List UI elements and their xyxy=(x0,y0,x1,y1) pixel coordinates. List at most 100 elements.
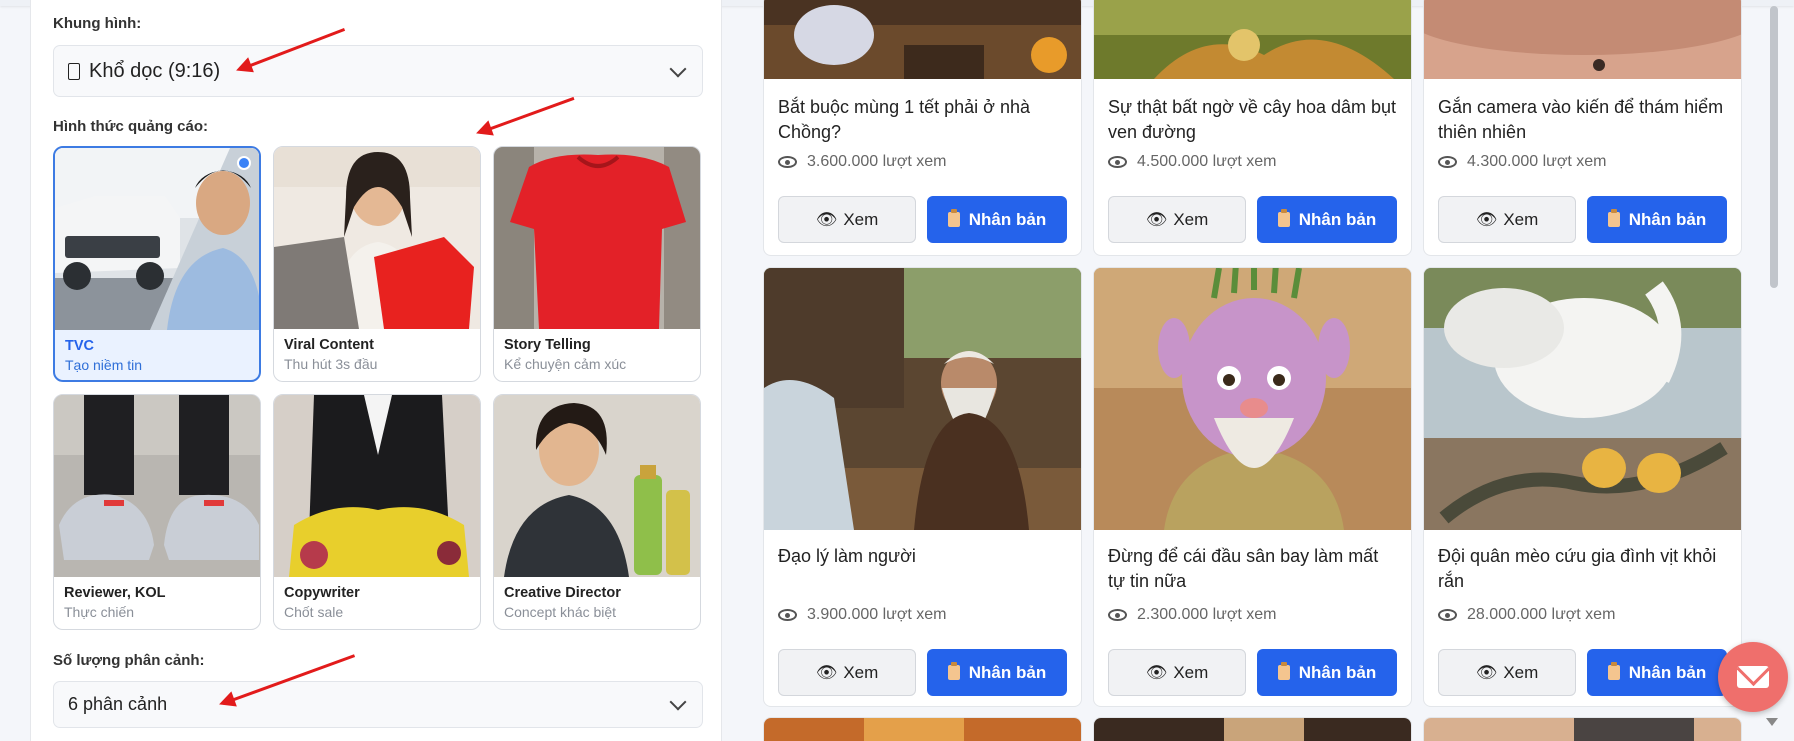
contact-mail-button[interactable] xyxy=(1718,642,1788,712)
view-button-label: Xem xyxy=(1173,209,1209,229)
clipboard-icon xyxy=(1277,209,1290,227)
eye-icon xyxy=(1438,156,1457,168)
ad-type-subtitle: Chốt sale xyxy=(284,604,344,620)
view-button[interactable]: 👁 Xem xyxy=(1438,649,1576,696)
video-title: Gắn camera vào kiến để thám hiểm thiên n… xyxy=(1438,97,1724,142)
view-count: 3.900.000 lượt xem xyxy=(778,606,947,624)
ad-type-subtitle: Concept khác biệt xyxy=(504,604,617,620)
video-thumbnail[interactable] xyxy=(1094,0,1411,79)
clipboard-icon xyxy=(1607,662,1620,680)
frame-select[interactable]: Khổ dọc (9:16) xyxy=(53,45,703,97)
chevron-down-icon xyxy=(669,693,687,711)
chevron-down-icon xyxy=(669,60,687,78)
selected-indicator xyxy=(237,156,251,170)
video-thumbnail[interactable] xyxy=(764,718,1081,741)
duplicate-button-label: Nhân bản xyxy=(968,209,1047,229)
ad-type-card-tvc[interactable]: TVC Tạo niềm tin xyxy=(53,146,261,382)
view-count: 4.500.000 lượt xem xyxy=(1108,153,1277,171)
eye-icon xyxy=(1438,609,1457,621)
tvc-thumbnail xyxy=(55,148,259,330)
view-button[interactable]: 👁 Xem xyxy=(778,196,916,243)
copywriter-thumbnail xyxy=(274,395,480,577)
eye-icon: 👁 xyxy=(1475,662,1498,682)
video-thumbnail[interactable] xyxy=(1094,268,1411,530)
video-title: Bắt buộc mùng 1 tết phải ở nhà Chồng? xyxy=(778,97,1030,142)
video-gallery: Bắt buộc mùng 1 tết phải ở nhà Chồng? 3.… xyxy=(763,0,1743,741)
ad-type-title: Reviewer, KOL xyxy=(64,585,166,601)
duplicate-button[interactable]: Nhân bản xyxy=(1257,649,1397,696)
ad-type-card-copywriter[interactable]: Copywriter Chốt sale xyxy=(273,394,481,630)
video-thumbnail[interactable] xyxy=(1424,718,1741,741)
ad-type-label: Hình thức quảng cáo: xyxy=(53,118,209,135)
ad-type-subtitle: Kể chuyện cảm xúc xyxy=(504,356,627,372)
scene-count-label: Số lượng phân cảnh: xyxy=(53,652,205,669)
video-thumbnail[interactable] xyxy=(1424,268,1741,530)
duplicate-button-label: Nhân bản xyxy=(1628,209,1707,229)
view-count: 4.300.000 lượt xem xyxy=(1438,153,1607,171)
view-button[interactable]: 👁 Xem xyxy=(1108,649,1246,696)
scene-count-value: 6 phân cảnh xyxy=(68,694,168,714)
view-button[interactable]: 👁 Xem xyxy=(778,649,916,696)
ad-type-title: Copywriter xyxy=(284,585,360,601)
ad-type-card-reviewer-kol[interactable]: Reviewer, KOL Thực chiến xyxy=(53,394,261,630)
clipboard-icon xyxy=(947,209,960,227)
duplicate-button-label: Nhân bản xyxy=(1298,662,1377,682)
view-button-label: Xem xyxy=(1503,209,1539,229)
video-card xyxy=(1093,717,1412,741)
ad-type-subtitle: Tạo niềm tin xyxy=(65,357,143,373)
clipboard-icon xyxy=(947,662,960,680)
view-button[interactable]: 👁 Xem xyxy=(1108,196,1246,243)
reviewer-thumbnail xyxy=(54,395,260,577)
view-count: 28.000.000 lượt xem xyxy=(1438,606,1615,624)
duplicate-button[interactable]: Nhân bản xyxy=(1257,196,1397,243)
view-count-text: 3.600.000 lượt xem xyxy=(807,153,947,170)
view-button-label: Xem xyxy=(1503,662,1539,682)
video-title: Đừng để cái đầu sân bay làm mất tự tin n… xyxy=(1108,546,1379,591)
duplicate-button[interactable]: Nhân bản xyxy=(1587,649,1727,696)
video-card: Đừng để cái đầu sân bay làm mất tự tin n… xyxy=(1093,267,1412,707)
ad-type-title: TVC xyxy=(65,338,94,354)
video-card xyxy=(763,717,1082,741)
duplicate-button[interactable]: Nhân bản xyxy=(927,649,1067,696)
video-thumbnail[interactable] xyxy=(764,268,1081,530)
video-card: Đạo lý làm người 3.900.000 lượt xem 👁 Xem… xyxy=(763,267,1082,707)
scroll-down-arrow-icon[interactable] xyxy=(1766,718,1778,726)
video-title: Đạo lý làm người xyxy=(778,546,916,566)
scene-count-select[interactable]: 6 phân cảnh xyxy=(53,681,703,728)
scrollbar-thumb[interactable] xyxy=(1770,6,1778,288)
video-card: Bắt buộc mùng 1 tết phải ở nhà Chồng? 3.… xyxy=(763,0,1082,256)
video-card: Đội quân mèo cứu gia đình vịt khỏi rắn 2… xyxy=(1423,267,1742,707)
view-count: 3.600.000 lượt xem xyxy=(778,153,947,171)
view-button[interactable]: 👁 Xem xyxy=(1438,196,1576,243)
story-thumbnail xyxy=(494,147,700,329)
view-count-text: 4.300.000 lượt xem xyxy=(1467,153,1607,170)
video-card xyxy=(1423,717,1742,741)
video-thumbnail[interactable] xyxy=(1424,0,1741,79)
ad-type-title: Creative Director xyxy=(504,585,621,601)
settings-panel: Khung hình: Khổ dọc (9:16) Hình thức quả… xyxy=(30,0,722,741)
ad-type-subtitle: Thu hút 3s đầu xyxy=(284,356,378,372)
view-button-label: Xem xyxy=(843,662,879,682)
eye-icon xyxy=(1108,156,1127,168)
mail-icon xyxy=(1737,666,1769,688)
frame-label: Khung hình: xyxy=(53,15,142,32)
view-count-text: 2.300.000 lượt xem xyxy=(1137,606,1277,623)
eye-icon xyxy=(778,609,797,621)
duplicate-button[interactable]: Nhân bản xyxy=(927,196,1067,243)
clipboard-icon xyxy=(1607,209,1620,227)
eye-icon: 👁 xyxy=(1475,209,1498,229)
view-count-text: 3.900.000 lượt xem xyxy=(807,606,947,623)
video-thumbnail[interactable] xyxy=(1094,718,1411,741)
duplicate-button[interactable]: Nhân bản xyxy=(1587,196,1727,243)
video-card: Sự thật bất ngờ về cây hoa dâm bụt ven đ… xyxy=(1093,0,1412,256)
ad-type-card-story-telling[interactable]: Story Telling Kể chuyện cảm xúc xyxy=(493,146,701,382)
eye-icon xyxy=(1108,609,1127,621)
duplicate-button-label: Nhân bản xyxy=(1628,662,1707,682)
eye-icon: 👁 xyxy=(1145,662,1168,682)
ad-type-card-creative-director[interactable]: Creative Director Concept khác biệt xyxy=(493,394,701,630)
ad-type-card-viral-content[interactable]: Viral Content Thu hút 3s đầu xyxy=(273,146,481,382)
portrait-icon xyxy=(68,62,80,80)
view-count: 2.300.000 lượt xem xyxy=(1108,606,1277,624)
ad-type-subtitle: Thực chiến xyxy=(64,604,135,620)
video-thumbnail[interactable] xyxy=(764,0,1081,79)
